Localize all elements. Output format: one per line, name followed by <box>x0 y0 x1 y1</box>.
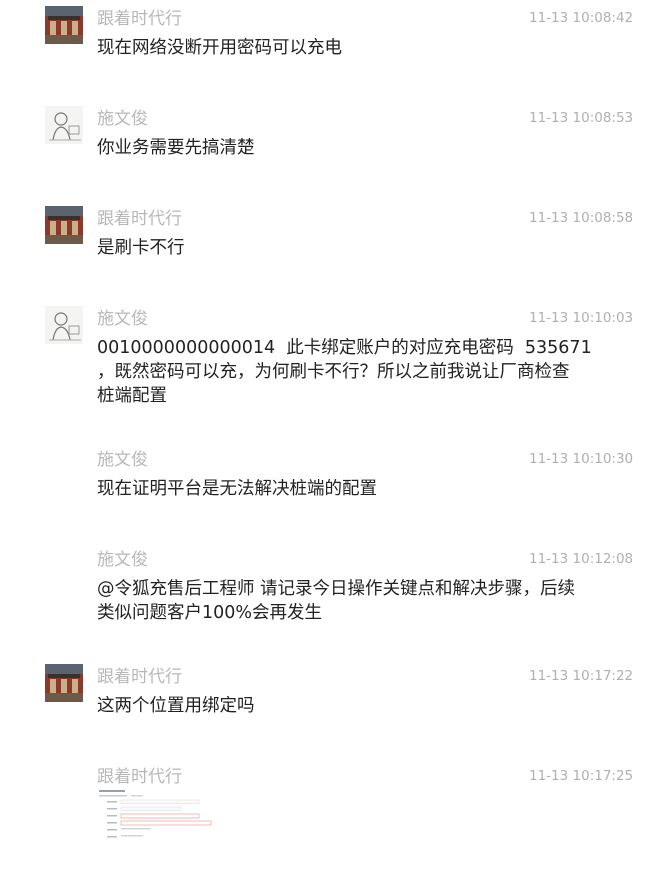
message-text: 你业务需要先搞清楚 <box>97 138 255 158</box>
message-text: 是刷卡不行 <box>97 238 185 258</box>
message-time: 11-13 10:08:53 <box>529 110 634 126</box>
message-text: 现在网络没断开用密码可以充电 <box>97 38 342 58</box>
sender-name: 跟着时代行 <box>97 767 182 787</box>
message-time: 11-13 10:17:25 <box>529 768 634 784</box>
message-text-line: 0010000000000014 此卡绑定账户的对应充电密码 535671 <box>97 338 592 358</box>
message-time: 11-13 10:10:30 <box>529 451 634 467</box>
person-avatar-icon[interactable] <box>45 306 83 344</box>
sender-name: 施文俊 <box>97 550 148 570</box>
message-text-line: @令狐充售后工程师 请记录今日操作关键点和解决步骤，后续 <box>97 579 576 599</box>
message-text: 现在证明平台是无法解决桩端的配置 <box>97 479 377 499</box>
message-time: 11-13 10:08:58 <box>529 210 634 226</box>
message-time: 11-13 10:17:22 <box>529 668 634 684</box>
message-text-line: ，既然密码可以充，为何刷卡不行？所以之前我说让厂商检查 <box>97 362 570 382</box>
sender-name: 施文俊 <box>97 109 148 129</box>
sender-name: 跟着时代行 <box>97 9 182 29</box>
building-avatar-icon[interactable] <box>45 206 83 244</box>
sender-name: 施文俊 <box>97 450 148 470</box>
screenshot-thumbnail-image[interactable] <box>97 788 217 844</box>
sender-name: 跟着时代行 <box>97 667 182 687</box>
sender-name: 施文俊 <box>97 309 148 329</box>
message-time: 11-13 10:10:03 <box>529 310 634 326</box>
sender-name: 跟着时代行 <box>97 209 182 229</box>
message-time: 11-13 10:08:42 <box>529 10 634 26</box>
message-text: 0010000000000014 此卡绑定账户的对应充电密码 535671 ，既… <box>97 336 617 408</box>
message-text: @令狐充售后工程师 请记录今日操作关键点和解决步骤，后续 类似问题客户100%会… <box>97 577 617 625</box>
building-avatar-icon[interactable] <box>45 6 83 44</box>
message-time: 11-13 10:12:08 <box>529 551 634 567</box>
message-text-line: 类似问题客户100%会再发生 <box>97 603 323 623</box>
person-avatar-icon[interactable] <box>45 106 83 144</box>
building-avatar-icon[interactable] <box>45 664 83 702</box>
message-text: 这两个位置用绑定吗 <box>97 696 255 716</box>
message-text-line: 桩端配置 <box>97 386 167 406</box>
